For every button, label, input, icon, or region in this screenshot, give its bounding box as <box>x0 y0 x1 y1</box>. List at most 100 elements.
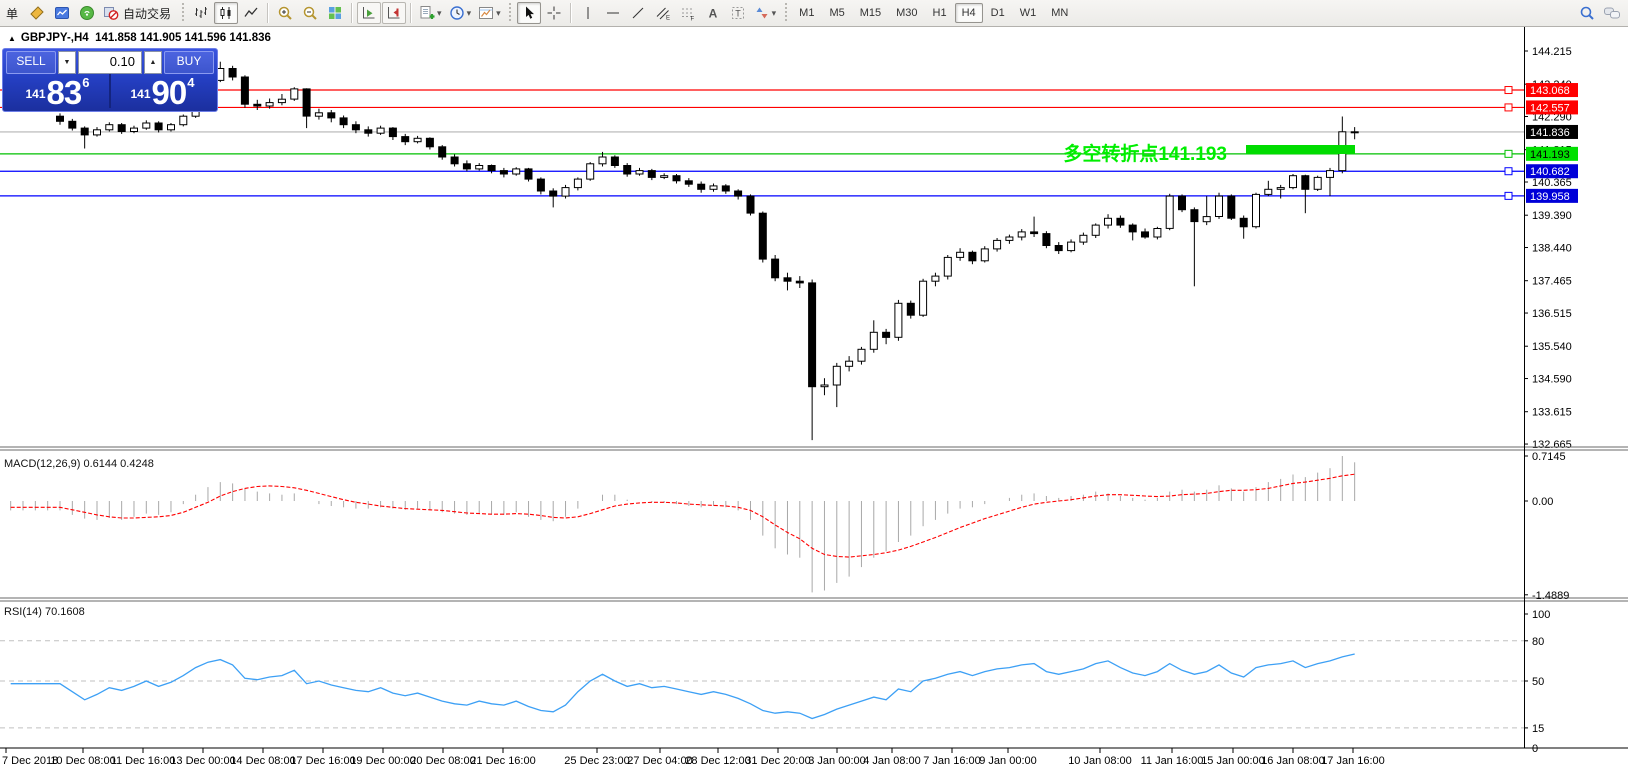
toolbar: 单 自动交易 ▾ ▾ ▾ E F A T ▾ M1 M5 M15 M30 H1 … <box>0 0 1628 27</box>
one-click-trade-panel: SELL ▼ 0.10 ▲ BUY 141 83 6 141 90 4 <box>2 48 218 112</box>
indicators-icon <box>420 6 435 19</box>
buy-price[interactable]: 141 90 4 <box>109 74 214 109</box>
tab-timeframe-H4[interactable]: H4 <box>954 3 983 23</box>
svg-text:134.590: 134.590 <box>1532 374 1572 386</box>
chat-button[interactable] <box>1600 2 1624 24</box>
tab-timeframe-M5[interactable]: M5 <box>822 3 851 23</box>
rsi-value: 70.1608 <box>44 606 85 618</box>
svg-text:9 Jan 00:00: 9 Jan 00:00 <box>979 755 1037 767</box>
horizontal-line-button[interactable] <box>601 2 625 24</box>
text-label-button[interactable]: T <box>726 2 750 24</box>
tile-windows-icon <box>329 7 342 19</box>
line-chart-button[interactable] <box>239 2 263 24</box>
auto-scroll-button[interactable] <box>357 2 382 24</box>
template-icon <box>479 7 494 19</box>
svg-text:31 Dec 20:00: 31 Dec 20:00 <box>745 755 810 767</box>
clock-icon <box>449 6 464 20</box>
collapse-panel-icon[interactable]: ▲ <box>8 34 16 43</box>
tab-timeframe-MN[interactable]: MN <box>1044 3 1075 23</box>
vertical-line-button[interactable] <box>576 2 600 24</box>
toolbar-grip[interactable] <box>180 3 186 23</box>
periods-button[interactable]: ▾ <box>446 2 475 24</box>
svg-text:14 Dec 08:00: 14 Dec 08:00 <box>230 755 295 767</box>
tab-timeframe-M15[interactable]: M15 <box>853 3 888 23</box>
macd-label: MACD(12,26,9) 0.6144 0.4248 <box>4 458 154 470</box>
sell-button[interactable]: SELL <box>6 51 56 74</box>
price-chart[interactable]: 144.215143.240142.290141.315140.365139.3… <box>0 27 1628 775</box>
buy-price-prefix: 141 <box>130 87 151 101</box>
line-handle[interactable] <box>1504 167 1513 176</box>
chevron-down-icon: ▾ <box>437 7 442 18</box>
tab-timeframe-W1[interactable]: W1 <box>1013 3 1044 23</box>
equidistant-channel-icon: E <box>656 7 670 21</box>
price-tag-support-139958: 139.958 <box>1526 188 1578 203</box>
tab-timeframe-M30[interactable]: M30 <box>889 3 924 23</box>
toolbar-grip[interactable] <box>783 3 789 23</box>
svg-text:138.440: 138.440 <box>1532 243 1572 255</box>
vertical-line-icon <box>587 7 589 19</box>
toolbar-separator <box>569 3 572 23</box>
chevron-down-icon: ▾ <box>771 7 777 18</box>
line-handle[interactable] <box>1504 191 1513 200</box>
arrows-button[interactable]: ▾ <box>751 2 780 24</box>
chevron-down-icon: ▾ <box>466 7 472 18</box>
price-tag-support-140682: 140.682 <box>1526 164 1578 179</box>
buy-button[interactable]: BUY <box>164 51 214 74</box>
signals-button[interactable] <box>75 2 99 24</box>
bar-chart-button[interactable] <box>189 2 213 24</box>
volume-input[interactable]: 0.10 <box>78 51 142 74</box>
candlestick-chart-icon <box>220 7 231 19</box>
volume-decrease-button[interactable]: ▼ <box>58 51 76 74</box>
candlestick-chart-button[interactable] <box>214 2 239 24</box>
new-order-button[interactable] <box>25 2 49 24</box>
zoom-in-button[interactable] <box>273 2 297 24</box>
line-handle[interactable] <box>1504 86 1513 95</box>
fibonacci-button[interactable]: F <box>676 2 700 24</box>
svg-text:20 Dec 08:00: 20 Dec 08:00 <box>410 755 475 767</box>
templates-button[interactable]: ▾ <box>475 2 504 24</box>
svg-text:-1.4889: -1.4889 <box>1532 590 1569 602</box>
text-button[interactable]: A <box>701 2 725 24</box>
pivot-annotation-text[interactable]: 多空转折点141.193 <box>1063 142 1227 165</box>
zoom-out-icon <box>303 6 317 20</box>
menu-item-order[interactable]: 单 <box>4 5 24 22</box>
crosshair-button[interactable] <box>542 2 566 24</box>
zoom-out-button[interactable] <box>298 2 322 24</box>
tab-timeframe-M1[interactable]: M1 <box>792 3 821 23</box>
svg-text:11 Jan 16:00: 11 Jan 16:00 <box>1141 755 1204 767</box>
svg-text:T: T <box>735 9 741 19</box>
sell-price-prefix: 141 <box>25 87 46 101</box>
channel-button[interactable]: E <box>651 2 675 24</box>
tile-windows-button[interactable] <box>323 2 347 24</box>
text-a-icon: A <box>708 7 717 21</box>
signal-icon <box>80 6 95 20</box>
svg-text:F: F <box>690 17 694 22</box>
svg-text:15 Jan 00:00: 15 Jan 00:00 <box>1201 755 1265 767</box>
line-handle[interactable] <box>1504 103 1513 112</box>
sell-price[interactable]: 141 83 6 <box>6 74 109 109</box>
pivot-annotation-bar[interactable] <box>1246 145 1355 154</box>
trendline-button[interactable] <box>626 2 650 24</box>
svg-text:25 Dec 23:00: 25 Dec 23:00 <box>564 755 629 767</box>
chevron-down-icon: ▾ <box>496 7 501 18</box>
auto-scroll-icon <box>363 7 375 19</box>
macd-values: 0.6144 0.4248 <box>83 458 154 470</box>
buy-price-pip: 4 <box>187 75 195 90</box>
indicators-button[interactable]: ▾ <box>416 2 445 24</box>
market-watch-button[interactable] <box>50 2 74 24</box>
svg-text:141.193: 141.193 <box>1530 149 1570 161</box>
svg-text:133.615: 133.615 <box>1532 407 1572 419</box>
cursor-button[interactable] <box>516 2 541 24</box>
svg-text:10 Dec 08:00: 10 Dec 08:00 <box>50 755 115 767</box>
search-button[interactable] <box>1575 2 1599 24</box>
line-handle[interactable] <box>1504 149 1513 158</box>
tab-timeframe-H1[interactable]: H1 <box>926 3 954 23</box>
svg-text:28 Dec 12:00: 28 Dec 12:00 <box>685 755 750 767</box>
tab-timeframe-D1[interactable]: D1 <box>984 3 1012 23</box>
chart-background <box>0 27 1628 775</box>
volume-increase-button[interactable]: ▲ <box>144 51 162 74</box>
chart-shift-button[interactable] <box>382 2 407 24</box>
svg-text:17 Dec 16:00: 17 Dec 16:00 <box>290 755 355 767</box>
toolbar-grip[interactable] <box>507 3 513 23</box>
autotrading-button[interactable]: 自动交易 <box>100 2 176 24</box>
